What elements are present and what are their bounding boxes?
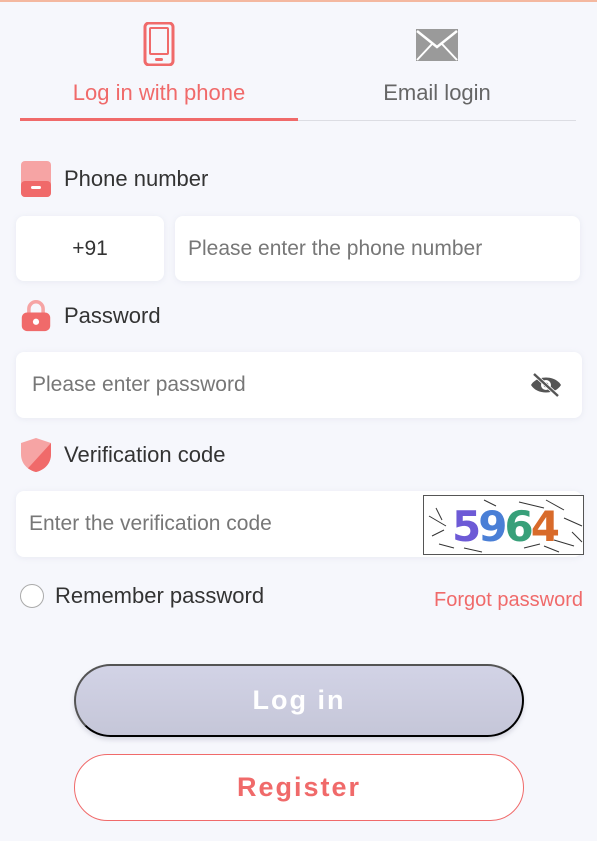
- remember-radio[interactable]: [20, 584, 44, 608]
- phone-number-label: Phone number: [20, 161, 208, 197]
- login-tabs: Log in with phone Email login: [20, 0, 576, 121]
- login-button[interactable]: Log in: [74, 664, 524, 737]
- label-text: Verification code: [64, 442, 226, 467]
- password-field-wrapper: [16, 352, 582, 418]
- captcha-digit: 6: [504, 501, 534, 551]
- tab-label: Log in with phone: [72, 80, 246, 105]
- label-text: Phone number: [64, 166, 209, 191]
- verification-code-input[interactable]: [29, 491, 412, 557]
- captcha-digit: 5: [452, 501, 481, 551]
- remember-password-toggle[interactable]: Remember password: [20, 583, 264, 609]
- country-code-selector[interactable]: +91: [16, 216, 164, 281]
- password-label: Password: [20, 298, 161, 334]
- remember-label: Remember password: [55, 583, 265, 608]
- phone-field-wrapper: [175, 216, 580, 281]
- phone-input[interactable]: [188, 216, 580, 281]
- captcha-image[interactable]: 5 9 6 4: [423, 495, 584, 555]
- tab-phone-login[interactable]: Log in with phone: [20, 0, 298, 121]
- shield-icon: [20, 437, 52, 473]
- label-text: Password: [64, 303, 161, 328]
- phone-icon: [143, 21, 175, 71]
- password-input[interactable]: [32, 352, 522, 418]
- lock-icon: [20, 298, 52, 334]
- captcha-digits: 5 9 6 4: [424, 496, 583, 554]
- captcha-digit: 4: [530, 501, 560, 551]
- captcha-digit: 9: [478, 501, 507, 551]
- register-button[interactable]: Register: [74, 754, 524, 821]
- phone-card-icon: [20, 161, 52, 197]
- forgot-password-link[interactable]: Forgot password: [434, 589, 583, 612]
- tab-email-login[interactable]: Email login: [298, 0, 576, 120]
- tab-label: Email login: [383, 80, 491, 105]
- verification-code-label: Verification code: [20, 437, 225, 473]
- envelope-icon: [415, 28, 459, 67]
- eye-slash-icon[interactable]: [530, 372, 562, 403]
